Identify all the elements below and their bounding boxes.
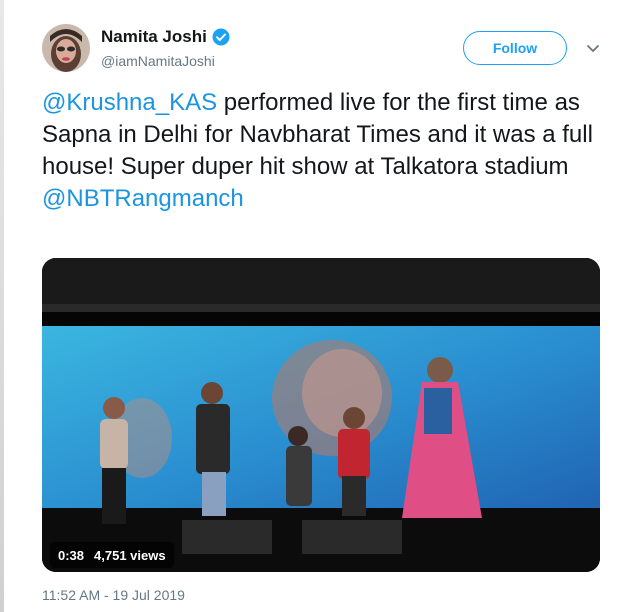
follow-button[interactable]: Follow	[463, 31, 567, 65]
user-display-name[interactable]: Namita Joshi	[101, 27, 207, 47]
tweet-timestamp[interactable]: 11:52 AM - 19 Jul 2019	[42, 587, 185, 603]
mention-link-nbtrangmanch[interactable]: @NBTRangmanch	[42, 185, 244, 212]
tweet-text: @Krushna_KAS performed live for the firs…	[42, 87, 612, 215]
video-badge: 0:38 4,751 views	[50, 542, 174, 568]
user-name[interactable]: Namita Joshi	[101, 27, 230, 47]
verified-icon	[212, 28, 230, 46]
avatar[interactable]	[42, 24, 90, 72]
video-player[interactable]	[42, 258, 600, 572]
video-duration: 0:38	[58, 547, 85, 563]
chevron-down-icon[interactable]	[585, 40, 601, 56]
video-frame[interactable]	[42, 258, 600, 572]
mention-link-krushna[interactable]: @Krushna_KAS	[42, 89, 217, 116]
user-handle[interactable]: @iamNamitaJoshi	[101, 53, 215, 69]
view-count: 4,751 views	[94, 547, 166, 563]
page-edge	[0, 0, 4, 612]
